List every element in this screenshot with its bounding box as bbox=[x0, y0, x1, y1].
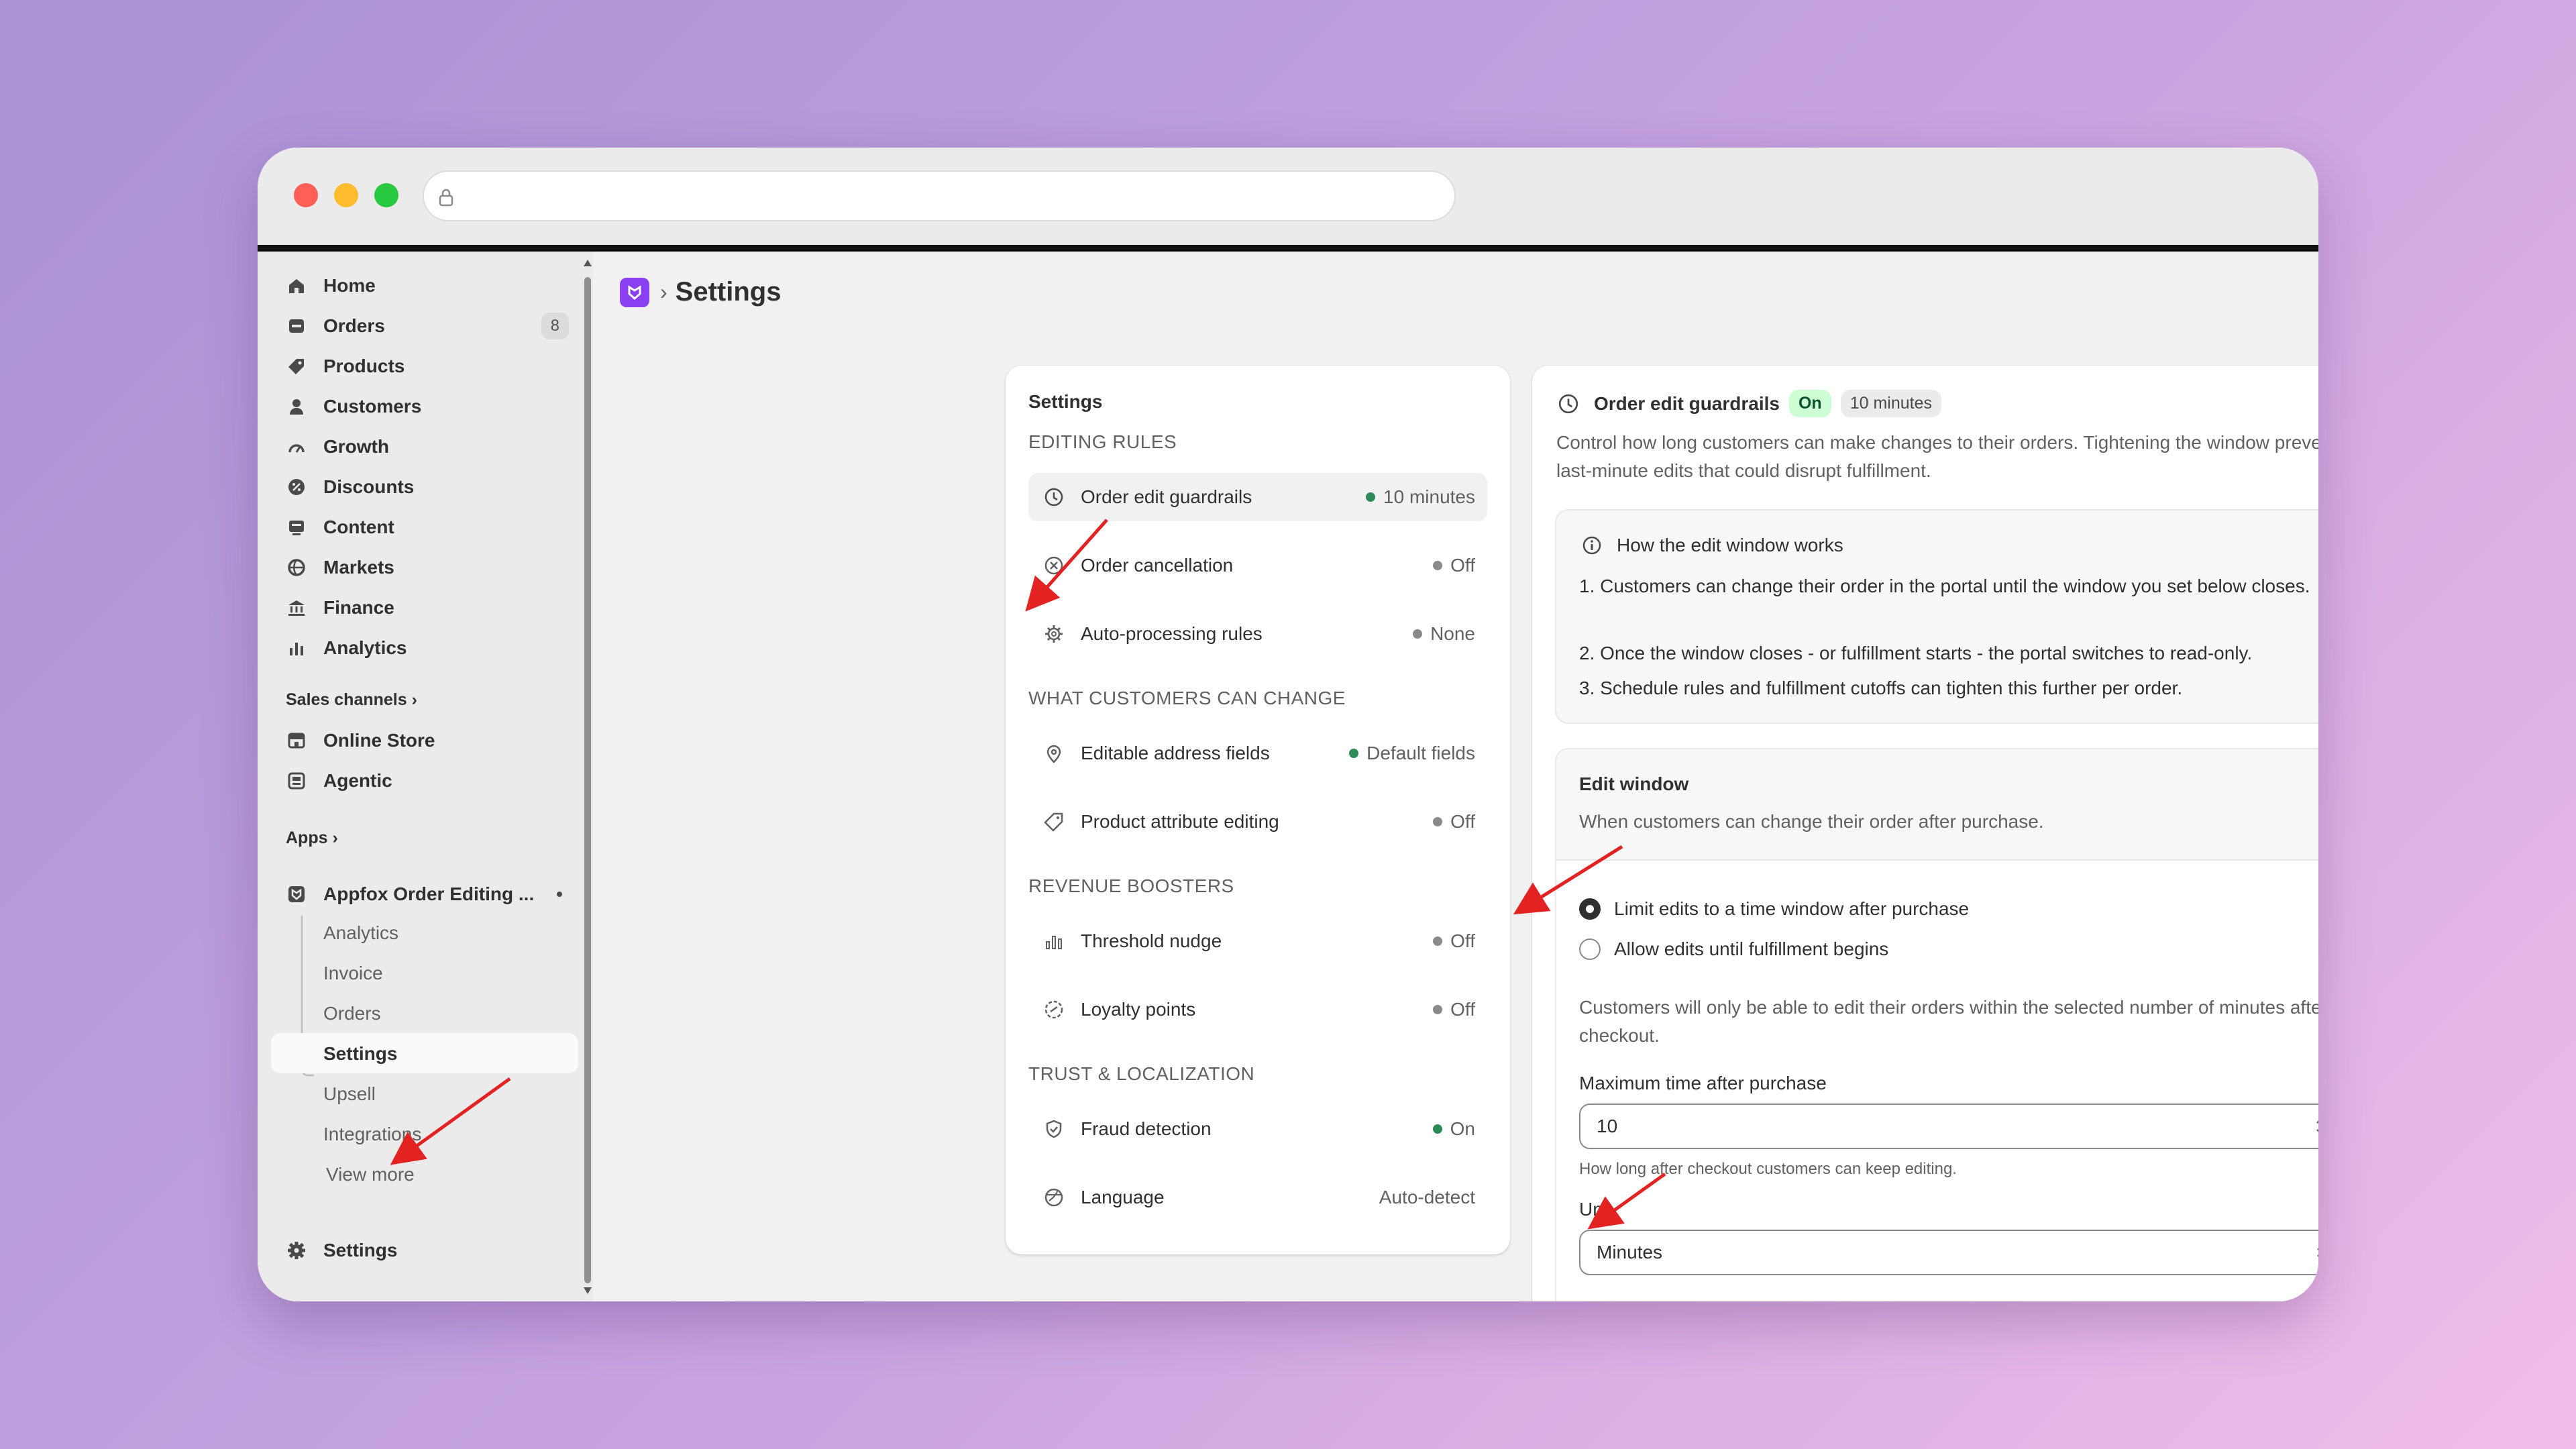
browser-window: Home Orders 8 Products Customers Growth bbox=[258, 148, 2318, 1301]
annotation-arrows bbox=[390, 519, 1666, 1230]
arrow-to-sidebar-settings bbox=[390, 1077, 511, 1165]
arrow-to-max-time-label bbox=[1587, 1172, 1666, 1230]
toolbar-divider bbox=[258, 245, 2318, 252]
minimize-window-button[interactable] bbox=[334, 183, 358, 207]
admin-app: Home Orders 8 Products Customers Growth bbox=[258, 252, 2318, 1301]
maximize-window-button[interactable] bbox=[374, 183, 398, 207]
address-bar[interactable] bbox=[423, 170, 1456, 221]
close-window-button[interactable] bbox=[294, 183, 318, 207]
arrow-to-order-edit-guardrails bbox=[1025, 519, 1108, 612]
lock-icon bbox=[439, 189, 453, 207]
browser-chrome bbox=[258, 148, 2318, 245]
arrow-to-edit-window bbox=[1513, 845, 1623, 915]
